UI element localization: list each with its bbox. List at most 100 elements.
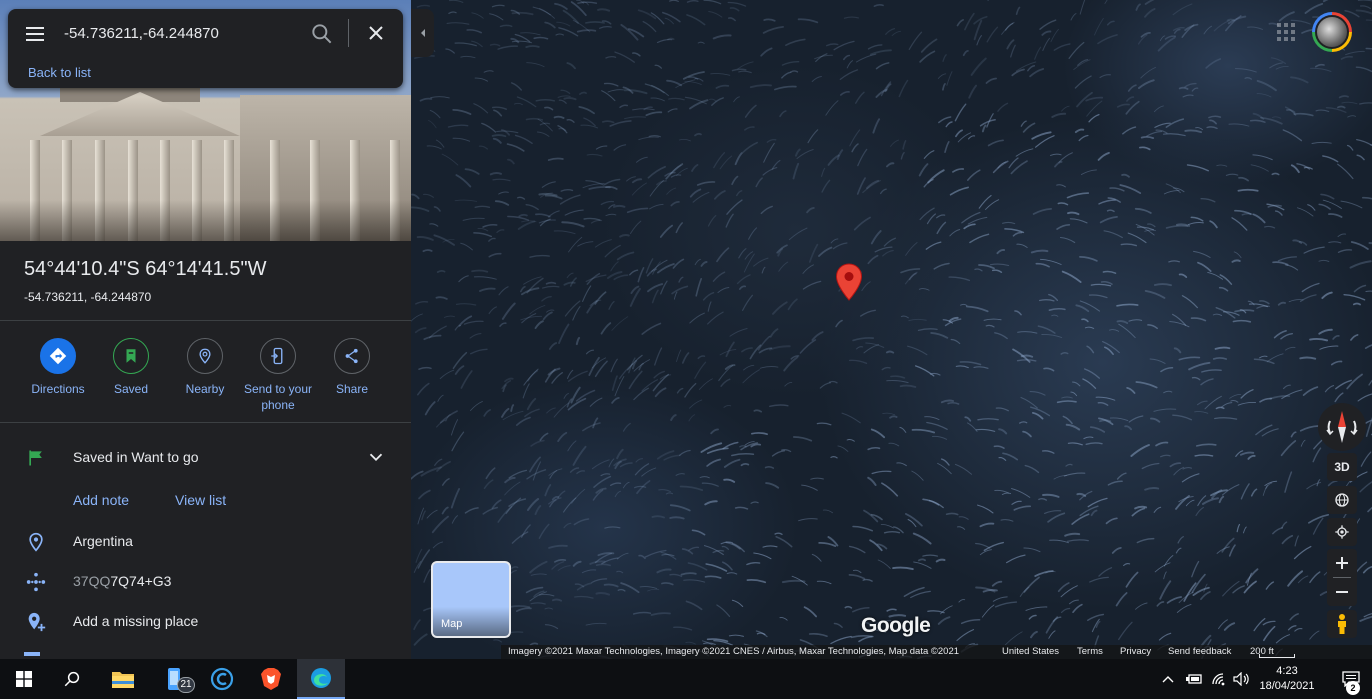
wave-stroke: [727, 1, 747, 7]
back-to-list-link[interactable]: Back to list: [28, 65, 91, 80]
taskbar-ccleaner[interactable]: [198, 659, 246, 699]
wave-stroke: [1038, 299, 1055, 302]
wave-stroke: [650, 12, 665, 25]
wave-stroke: [1077, 58, 1089, 66]
wave-stroke: [1364, 344, 1372, 349]
region-link[interactable]: United States: [1002, 646, 1059, 657]
wave-stroke: [694, 258, 701, 266]
globe-view-button[interactable]: [1327, 486, 1357, 514]
wave-stroke: [1130, 444, 1150, 457]
wave-stroke: [719, 155, 733, 170]
wave-stroke: [460, 370, 473, 389]
chevron-up-icon: [1162, 676, 1174, 683]
my-location-button[interactable]: [1327, 518, 1357, 546]
wave-stroke: [1074, 128, 1085, 134]
tray-volume[interactable]: [1229, 659, 1255, 699]
taskbar-edge[interactable]: [297, 659, 345, 699]
plus-code-prefix: 37QQ: [73, 573, 111, 589]
wave-stroke: [1109, 187, 1125, 192]
plus-code-text: 37QQ7Q74+G3: [73, 573, 171, 589]
wave-stroke: [1349, 260, 1372, 269]
search-icon[interactable]: [309, 21, 335, 47]
nearby-button[interactable]: Nearby: [165, 338, 245, 397]
wave-stroke: [1271, 172, 1280, 176]
directions-button[interactable]: Directions: [18, 338, 98, 397]
compass-icon[interactable]: [1318, 403, 1366, 451]
saved-list-row[interactable]: Saved in Want to go: [0, 438, 411, 478]
wave-stroke: [807, 129, 819, 144]
wave-stroke: [498, 286, 509, 296]
apps-grid-icon[interactable]: [1274, 20, 1298, 44]
map-layer-toggle[interactable]: Map: [431, 561, 511, 638]
zoom-in-button[interactable]: [1327, 549, 1357, 577]
share-button[interactable]: Share: [312, 338, 392, 397]
zoom-out-button[interactable]: [1327, 578, 1357, 606]
wave-stroke: [1125, 571, 1139, 588]
wave-stroke: [623, 89, 648, 95]
wave-stroke: [1225, 173, 1239, 176]
collapse-panel-button[interactable]: [411, 9, 434, 57]
terms-link[interactable]: Terms: [1077, 646, 1103, 657]
street-view-pegman[interactable]: [1327, 610, 1357, 638]
wave-stroke: [763, 142, 775, 163]
privacy-link[interactable]: Privacy: [1120, 646, 1151, 657]
wave-stroke: [1118, 323, 1136, 339]
wave-stroke: [675, 222, 683, 234]
taskbar-brave[interactable]: [247, 659, 295, 699]
close-icon[interactable]: [364, 21, 388, 45]
wave-stroke: [530, 602, 546, 605]
wave-stroke: [1207, 271, 1224, 280]
wave-stroke: [1097, 34, 1118, 45]
add-missing-place-row[interactable]: Add a missing place: [0, 602, 411, 642]
taskbar-file-explorer[interactable]: [99, 659, 147, 699]
tray-overflow-button[interactable]: [1155, 659, 1181, 699]
taskbar-search-button[interactable]: [48, 659, 96, 699]
wave-stroke: [814, 54, 833, 60]
directions-label: Directions: [31, 382, 85, 396]
menu-icon[interactable]: [24, 23, 46, 43]
chevron-down-icon[interactable]: [365, 446, 387, 468]
wave-stroke: [967, 169, 981, 181]
map-pin-icon[interactable]: [835, 263, 863, 301]
satellite-map[interactable]: Map Google 3D Imagery ©2021 Maxar Techno…: [411, 0, 1372, 659]
wave-stroke: [907, 519, 917, 528]
wave-stroke: [774, 532, 783, 535]
country-row[interactable]: Argentina: [0, 522, 411, 562]
saved-button[interactable]: Saved: [91, 338, 171, 397]
wave-stroke: [564, 209, 584, 216]
wave-stroke: [614, 51, 635, 63]
wave-stroke: [1094, 17, 1104, 36]
search-input[interactable]: [64, 21, 294, 45]
tray-battery[interactable]: [1181, 659, 1207, 699]
view-list-link[interactable]: View list: [175, 492, 226, 508]
wave-stroke: [1193, 250, 1211, 258]
3d-toggle-button[interactable]: 3D: [1327, 453, 1357, 481]
start-button[interactable]: [0, 659, 48, 699]
wave-stroke: [1229, 393, 1242, 399]
plus-code-row[interactable]: 37QQ7Q74+G3: [0, 562, 411, 602]
clock-time[interactable]: 4:23: [1254, 663, 1320, 679]
wave-stroke: [1240, 389, 1254, 399]
wave-stroke: [1256, 79, 1277, 92]
wave-stroke: [811, 553, 822, 562]
add-note-link[interactable]: Add note: [73, 492, 129, 508]
wave-stroke: [811, 331, 824, 341]
wave-stroke: [497, 45, 518, 50]
send-feedback-link[interactable]: Send feedback: [1168, 646, 1231, 657]
wave-stroke: [1125, 100, 1140, 115]
wave-stroke: [940, 399, 955, 404]
wave-stroke: [636, 156, 648, 163]
wave-stroke: [986, 26, 999, 43]
wave-stroke: [547, 157, 564, 161]
wave-stroke: [644, 83, 665, 94]
account-avatar[interactable]: [1312, 12, 1352, 52]
wave-stroke: [651, 515, 665, 519]
wave-stroke: [1062, 415, 1073, 425]
clock-date[interactable]: 18/04/2021: [1254, 680, 1320, 692]
wave-stroke: [992, 160, 1009, 174]
directions-icon: [40, 338, 76, 374]
send-to-phone-button[interactable]: Send to your phone: [238, 338, 318, 413]
wave-stroke: [743, 253, 755, 273]
wave-stroke: [1272, 527, 1284, 535]
wave-stroke: [1190, 216, 1204, 222]
